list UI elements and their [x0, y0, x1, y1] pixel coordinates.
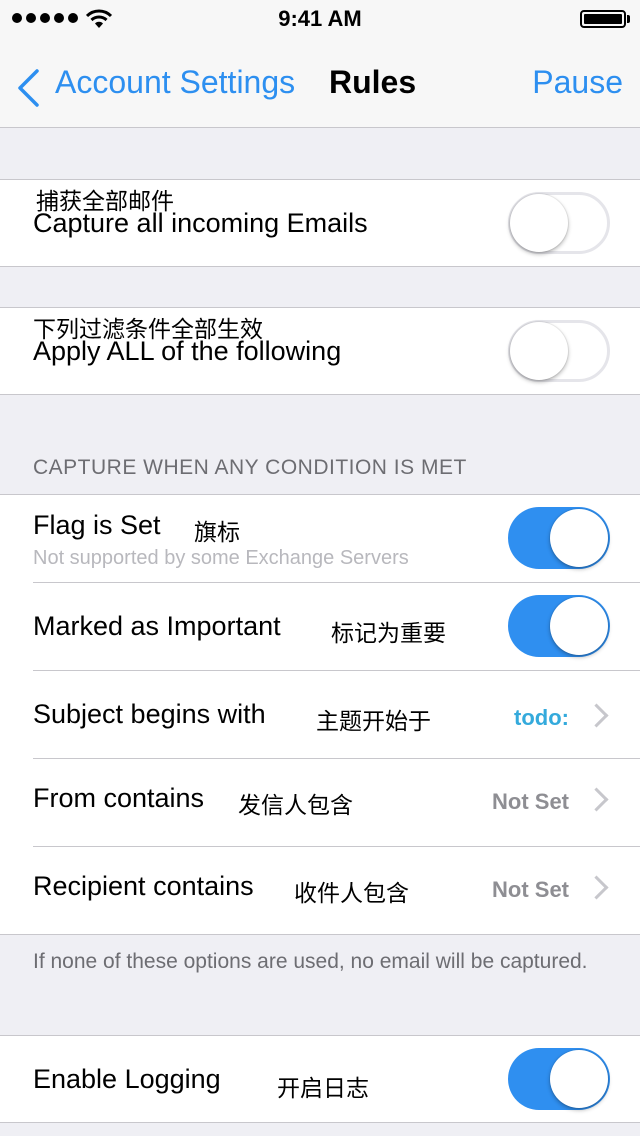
subject-label-cn: 主题开始于 — [316, 708, 431, 734]
logging-label: Enable Logging — [33, 1064, 221, 1094]
back-button[interactable]: Account Settings — [55, 64, 295, 101]
apply-all-group: 下列过滤条件全部生效 Apply ALL of the following — [0, 307, 640, 395]
toggle-knob — [510, 322, 568, 380]
logging-toggle[interactable] — [508, 1048, 610, 1110]
battery-tip-icon — [627, 15, 630, 23]
navigation-bar: Account Settings Rules Pause — [0, 40, 640, 128]
logging-row: Enable Logging 开启日志 — [0, 1036, 640, 1124]
page-title: Rules — [329, 64, 417, 100]
from-value: Not Set — [492, 789, 569, 814]
status-bar: 9:41 AM — [0, 0, 640, 40]
subject-label: Subject begins with — [33, 699, 266, 729]
from-label: From contains — [33, 783, 205, 813]
apply-all-label: Apply ALL of the following — [33, 336, 342, 366]
capture-all-row: 捕获全部邮件 Capture all incoming Emails — [0, 180, 640, 268]
logging-label-cn: 开启日志 — [277, 1075, 369, 1101]
subject-value: todo: — [514, 705, 569, 730]
toggle-knob — [510, 194, 568, 252]
conditions-section-header: CAPTURE WHEN ANY CONDITION IS MET — [33, 456, 467, 479]
important-row: Marked as Important 标记为重要 — [0, 583, 640, 671]
recipient-row[interactable]: Recipient contains 收件人包含 Not Set — [0, 847, 640, 935]
battery-icon — [580, 10, 626, 28]
capture-all-label: Capture all incoming Emails — [33, 208, 368, 238]
important-toggle[interactable] — [508, 595, 610, 657]
flag-row: Flag is Set 旗标 Not supported by some Exc… — [0, 495, 640, 583]
from-row[interactable]: From contains 发信人包含 Not Set — [0, 759, 640, 847]
capture-all-group: 捕获全部邮件 Capture all incoming Emails — [0, 179, 640, 267]
flag-toggle[interactable] — [508, 507, 610, 569]
apply-all-toggle[interactable] — [508, 320, 610, 382]
toggle-knob — [550, 597, 608, 655]
toggle-knob — [550, 509, 608, 567]
flag-subtitle: Not supported by some Exchange Servers — [33, 547, 409, 569]
chevron-right-icon — [584, 703, 609, 728]
chevron-right-icon — [584, 787, 609, 812]
toggle-knob — [550, 1050, 608, 1108]
back-chevron-icon[interactable] — [16, 68, 40, 108]
capture-all-toggle[interactable] — [508, 192, 610, 254]
recipient-label: Recipient contains — [33, 871, 254, 901]
important-label-cn: 标记为重要 — [331, 620, 446, 646]
pause-button[interactable]: Pause — [532, 64, 623, 101]
conditions-group: Flag is Set 旗标 Not supported by some Exc… — [0, 494, 640, 935]
subject-row[interactable]: Subject begins with 主题开始于 todo: — [0, 671, 640, 759]
from-label-cn: 发信人包含 — [238, 792, 353, 818]
recipient-label-cn: 收件人包含 — [294, 880, 409, 906]
status-time: 9:41 AM — [278, 6, 362, 31]
apply-all-row: 下列过滤条件全部生效 Apply ALL of the following — [0, 308, 640, 396]
chevron-right-icon — [584, 875, 609, 900]
recipient-value: Not Set — [492, 877, 569, 902]
important-label: Marked as Important — [33, 611, 281, 641]
flag-label-cn: 旗标 — [194, 519, 240, 545]
conditions-footer-note: If none of these options are used, no em… — [33, 950, 588, 973]
flag-label: Flag is Set — [33, 510, 161, 540]
logging-group: Enable Logging 开启日志 — [0, 1035, 640, 1123]
